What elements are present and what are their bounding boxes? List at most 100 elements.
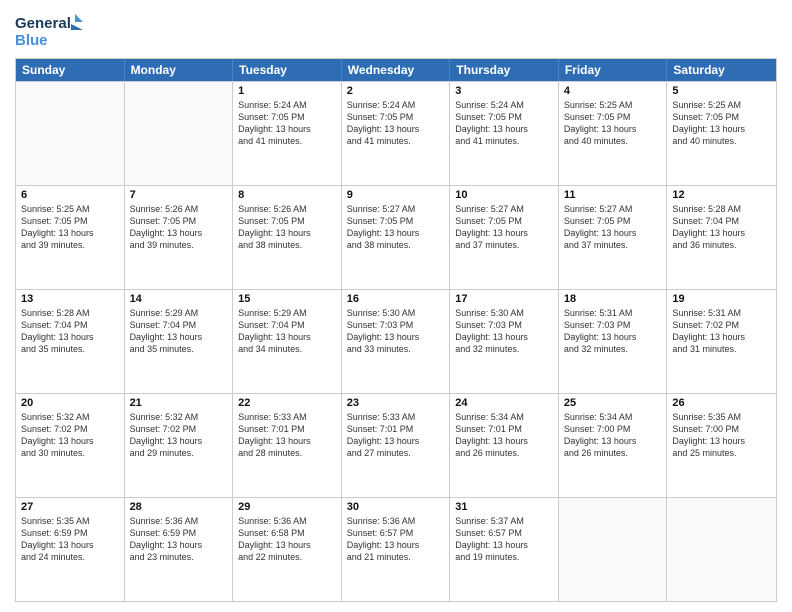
cell-day-number: 1 (238, 85, 336, 97)
cell-daylight-info: Sunrise: 5:26 AM Sunset: 7:05 PM Dayligh… (130, 203, 228, 252)
cell-day-number: 2 (347, 85, 445, 97)
cell-day-number: 22 (238, 397, 336, 409)
calendar-cell: 30Sunrise: 5:36 AM Sunset: 6:57 PM Dayli… (342, 498, 451, 601)
calendar-cell: 5 Sunrise: 5:25 AM Sunset: 7:05 PM Daylig… (667, 82, 776, 185)
cell-day-number: 7 (130, 189, 228, 201)
calendar-cell (667, 498, 776, 601)
cell-day-number: 3 (455, 85, 553, 97)
cell-day-number: 16 (347, 293, 445, 305)
calendar-row: 6Sunrise: 5:25 AM Sunset: 7:05 PM Daylig… (16, 185, 776, 289)
cell-day-number: 30 (347, 501, 445, 513)
logo: General Blue (15, 10, 85, 50)
cell-day-number: 11 (564, 189, 662, 201)
svg-text:General: General (15, 15, 71, 32)
logo-svg: General Blue (15, 10, 85, 50)
cell-daylight-info: Sunrise: 5:24 AM Sunset: 7:05 PM Dayligh… (347, 99, 445, 148)
calendar-cell: 27 Sunrise: 5:35 AM Sunset: 6:59 PM Dayli… (16, 498, 125, 601)
calendar-row: 13Sunrise: 5:28 AM Sunset: 7:04 PM Dayli… (16, 289, 776, 393)
cell-day-number: 23 (347, 397, 445, 409)
calendar-cell: 22Sunrise: 5:33 AM Sunset: 7:01 PM Dayli… (233, 394, 342, 497)
calendar-cell (125, 82, 234, 185)
calendar-cell: 10 Sunrise: 5:27 AM Sunset: 7:05 PM Dayli… (450, 186, 559, 289)
calendar: SundayMondayTuesdayWednesdayThursdayFrid… (15, 58, 777, 602)
cell-daylight-info: Sunrise: 5:37 AM Sunset: 6:57 PM Dayligh… (455, 515, 553, 564)
cell-day-number: 5 (672, 85, 771, 97)
calendar-cell: 25 Sunrise: 5:34 AM Sunset: 7:00 PM Dayli… (559, 394, 668, 497)
calendar-row: 20 Sunrise: 5:32 AM Sunset: 7:02 PM Dayli… (16, 393, 776, 497)
calendar-cell: 6Sunrise: 5:25 AM Sunset: 7:05 PM Daylig… (16, 186, 125, 289)
cell-daylight-info: Sunrise: 5:25 AM Sunset: 7:05 PM Dayligh… (21, 203, 119, 252)
calendar-body: 1 Sunrise: 5:24 AM Sunset: 7:05 PM Daylig… (16, 81, 776, 601)
calendar-cell: 14 Sunrise: 5:29 AM Sunset: 7:04 PM Dayli… (125, 290, 234, 393)
cell-daylight-info: Sunrise: 5:32 AM Sunset: 7:02 PM Dayligh… (130, 411, 228, 460)
calendar-cell: 20 Sunrise: 5:32 AM Sunset: 7:02 PM Dayli… (16, 394, 125, 497)
weekday-header: Wednesday (342, 59, 451, 81)
weekday-header: Monday (125, 59, 234, 81)
header: General Blue (15, 10, 777, 50)
cell-day-number: 14 (130, 293, 228, 305)
cell-daylight-info: Sunrise: 5:24 AM Sunset: 7:05 PM Dayligh… (455, 99, 553, 148)
cell-day-number: 27 (21, 501, 119, 513)
cell-daylight-info: Sunrise: 5:35 AM Sunset: 6:59 PM Dayligh… (21, 515, 119, 564)
cell-daylight-info: Sunrise: 5:25 AM Sunset: 7:05 PM Dayligh… (672, 99, 771, 148)
cell-daylight-info: Sunrise: 5:28 AM Sunset: 7:04 PM Dayligh… (21, 307, 119, 356)
cell-daylight-info: Sunrise: 5:26 AM Sunset: 7:05 PM Dayligh… (238, 203, 336, 252)
cell-daylight-info: Sunrise: 5:34 AM Sunset: 7:01 PM Dayligh… (455, 411, 553, 460)
cell-day-number: 10 (455, 189, 553, 201)
cell-daylight-info: Sunrise: 5:34 AM Sunset: 7:00 PM Dayligh… (564, 411, 662, 460)
cell-day-number: 25 (564, 397, 662, 409)
calendar-cell (559, 498, 668, 601)
calendar-cell: 11 Sunrise: 5:27 AM Sunset: 7:05 PM Dayli… (559, 186, 668, 289)
calendar-row: 1 Sunrise: 5:24 AM Sunset: 7:05 PM Daylig… (16, 81, 776, 185)
cell-daylight-info: Sunrise: 5:27 AM Sunset: 7:05 PM Dayligh… (564, 203, 662, 252)
calendar-cell: 2 Sunrise: 5:24 AM Sunset: 7:05 PM Daylig… (342, 82, 451, 185)
calendar-cell: 24 Sunrise: 5:34 AM Sunset: 7:01 PM Dayli… (450, 394, 559, 497)
calendar-row: 27 Sunrise: 5:35 AM Sunset: 6:59 PM Dayli… (16, 497, 776, 601)
cell-day-number: 12 (672, 189, 771, 201)
cell-daylight-info: Sunrise: 5:24 AM Sunset: 7:05 PM Dayligh… (238, 99, 336, 148)
calendar-cell: 21 Sunrise: 5:32 AM Sunset: 7:02 PM Dayli… (125, 394, 234, 497)
cell-daylight-info: Sunrise: 5:30 AM Sunset: 7:03 PM Dayligh… (347, 307, 445, 356)
weekday-header: Sunday (16, 59, 125, 81)
cell-daylight-info: Sunrise: 5:31 AM Sunset: 7:03 PM Dayligh… (564, 307, 662, 356)
cell-day-number: 18 (564, 293, 662, 305)
cell-day-number: 20 (21, 397, 119, 409)
cell-daylight-info: Sunrise: 5:28 AM Sunset: 7:04 PM Dayligh… (672, 203, 771, 252)
calendar-cell: 18 Sunrise: 5:31 AM Sunset: 7:03 PM Dayli… (559, 290, 668, 393)
cell-daylight-info: Sunrise: 5:25 AM Sunset: 7:05 PM Dayligh… (564, 99, 662, 148)
cell-daylight-info: Sunrise: 5:27 AM Sunset: 7:05 PM Dayligh… (455, 203, 553, 252)
cell-day-number: 4 (564, 85, 662, 97)
cell-daylight-info: Sunrise: 5:29 AM Sunset: 7:04 PM Dayligh… (130, 307, 228, 356)
cell-day-number: 17 (455, 293, 553, 305)
calendar-cell: 13Sunrise: 5:28 AM Sunset: 7:04 PM Dayli… (16, 290, 125, 393)
cell-day-number: 28 (130, 501, 228, 513)
cell-daylight-info: Sunrise: 5:33 AM Sunset: 7:01 PM Dayligh… (347, 411, 445, 460)
weekday-header: Thursday (450, 59, 559, 81)
calendar-cell: 16 Sunrise: 5:30 AM Sunset: 7:03 PM Dayli… (342, 290, 451, 393)
calendar-cell: 1 Sunrise: 5:24 AM Sunset: 7:05 PM Daylig… (233, 82, 342, 185)
calendar-cell: 12 Sunrise: 5:28 AM Sunset: 7:04 PM Dayli… (667, 186, 776, 289)
cell-day-number: 21 (130, 397, 228, 409)
calendar-cell: 4 Sunrise: 5:25 AM Sunset: 7:05 PM Daylig… (559, 82, 668, 185)
calendar-cell (16, 82, 125, 185)
cell-day-number: 24 (455, 397, 553, 409)
cell-daylight-info: Sunrise: 5:36 AM Sunset: 6:58 PM Dayligh… (238, 515, 336, 564)
cell-daylight-info: Sunrise: 5:32 AM Sunset: 7:02 PM Dayligh… (21, 411, 119, 460)
calendar-cell: 8Sunrise: 5:26 AM Sunset: 7:05 PM Daylig… (233, 186, 342, 289)
cell-daylight-info: Sunrise: 5:29 AM Sunset: 7:04 PM Dayligh… (238, 307, 336, 356)
cell-daylight-info: Sunrise: 5:35 AM Sunset: 7:00 PM Dayligh… (672, 411, 771, 460)
cell-day-number: 15 (238, 293, 336, 305)
calendar-cell: 29 Sunrise: 5:36 AM Sunset: 6:58 PM Dayli… (233, 498, 342, 601)
calendar-cell: 31 Sunrise: 5:37 AM Sunset: 6:57 PM Dayli… (450, 498, 559, 601)
cell-day-number: 9 (347, 189, 445, 201)
calendar-cell: 9 Sunrise: 5:27 AM Sunset: 7:05 PM Daylig… (342, 186, 451, 289)
cell-day-number: 26 (672, 397, 771, 409)
cell-daylight-info: Sunrise: 5:36 AM Sunset: 6:59 PM Dayligh… (130, 515, 228, 564)
cell-daylight-info: Sunrise: 5:27 AM Sunset: 7:05 PM Dayligh… (347, 203, 445, 252)
cell-day-number: 19 (672, 293, 771, 305)
cell-day-number: 31 (455, 501, 553, 513)
cell-day-number: 29 (238, 501, 336, 513)
weekday-header: Friday (559, 59, 668, 81)
calendar-cell: 7 Sunrise: 5:26 AM Sunset: 7:05 PM Daylig… (125, 186, 234, 289)
weekday-header: Saturday (667, 59, 776, 81)
